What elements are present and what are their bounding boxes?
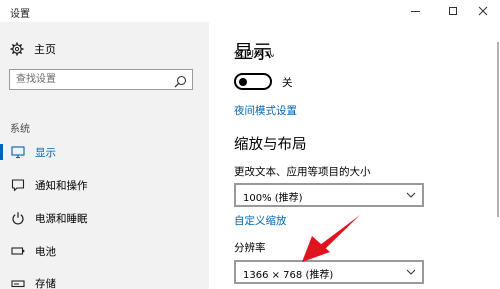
sidebar-item-label: 电池 [35, 245, 56, 258]
sidebar-item-label: 电源和睡眠 [35, 212, 88, 225]
close-button[interactable] [466, 0, 500, 22]
maximize-icon [449, 7, 457, 15]
sidebar-item-label: 通知和操作 [35, 179, 88, 192]
sidebar: 主页 系统 显示 通知和操作 [0, 22, 209, 289]
title-bar: 设置 [0, 0, 500, 22]
section-label-system: 系统 [10, 124, 30, 135]
scale-value: 100% (推荐) [243, 193, 303, 204]
notification-icon [11, 178, 25, 192]
search-input[interactable] [10, 70, 170, 89]
scale-label: 更改文本、应用等项目的大小 [234, 166, 371, 178]
chevron-down-icon [406, 269, 416, 275]
resolution-label: 分辨率 [234, 242, 266, 254]
night-light-settings-link[interactable]: 夜间模式设置 [234, 103, 297, 118]
sidebar-item-notifications[interactable]: 通知和操作 [0, 172, 209, 198]
toggle-state-label: 关 [282, 77, 293, 89]
battery-icon [11, 244, 25, 258]
home-nav-item[interactable]: 主页 [10, 41, 56, 57]
sidebar-item-battery[interactable]: 电池 [0, 238, 209, 264]
window-title: 设置 [10, 9, 30, 20]
search-box[interactable] [9, 69, 193, 90]
monitor-icon [11, 145, 25, 159]
sidebar-item-label: 显示 [35, 146, 56, 159]
close-icon [478, 6, 488, 16]
toggle-knob [239, 77, 247, 86]
resolution-value: 1366 × 768 (推荐) [243, 270, 334, 281]
main-content: 显示 夜间模式 关 夜间模式设置 缩放与布局 更改文本、应用等项目的大小 100… [209, 22, 500, 289]
maximize-button[interactable] [436, 0, 470, 22]
minimize-icon [410, 10, 420, 12]
minimize-button[interactable] [398, 0, 432, 22]
sidebar-item-storage[interactable]: 存储 [0, 270, 209, 289]
scale-dropdown[interactable]: 100% (推荐) [234, 183, 424, 207]
night-light-label: 夜间模式 [234, 50, 274, 58]
resolution-dropdown[interactable]: 1366 × 768 (推荐) [234, 260, 424, 284]
custom-scaling-link[interactable]: 自定义缩放 [234, 213, 287, 228]
home-label: 主页 [34, 43, 56, 56]
gear-icon [10, 42, 24, 56]
scale-layout-heading: 缩放与布局 [234, 137, 307, 153]
power-icon [11, 211, 25, 225]
storage-icon [11, 276, 25, 289]
sidebar-item-power-sleep[interactable]: 电源和睡眠 [0, 205, 209, 231]
night-light-toggle[interactable] [234, 73, 272, 90]
search-icon[interactable] [174, 73, 187, 88]
scrollbar[interactable] [497, 42, 499, 217]
sidebar-item-label: 存储 [35, 277, 56, 289]
chevron-down-icon [406, 192, 416, 198]
active-indicator [0, 144, 3, 160]
sidebar-item-display[interactable]: 显示 [0, 139, 209, 165]
